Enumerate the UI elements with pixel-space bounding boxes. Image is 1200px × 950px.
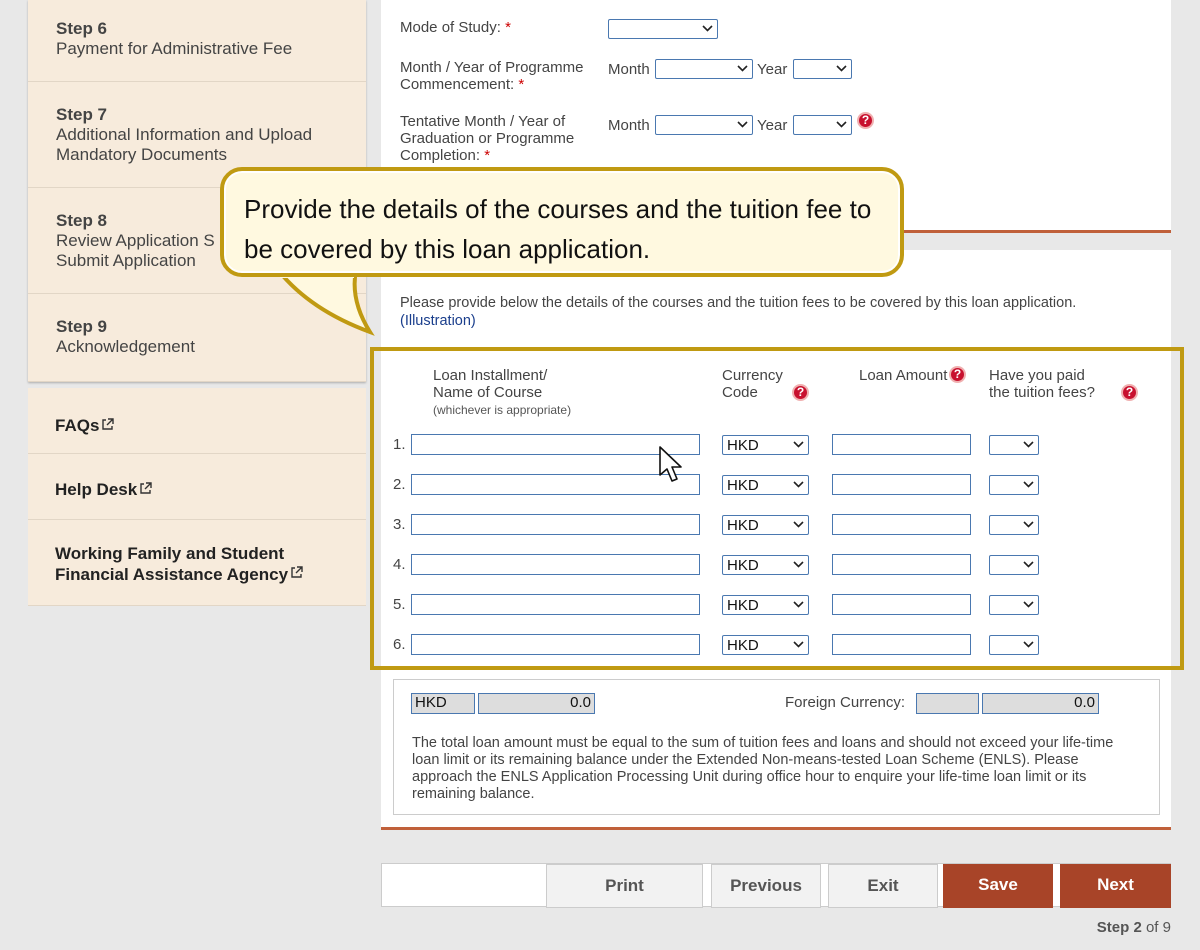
external-link-icon	[102, 418, 115, 430]
mouse-cursor-icon	[659, 446, 682, 482]
chevron-down-icon	[836, 121, 847, 128]
grad-year-select[interactable]	[793, 115, 852, 135]
previous-button[interactable]: Previous	[711, 864, 821, 908]
help-icon[interactable]: ?	[857, 112, 874, 129]
step-title-line-2: Mandatory Documents	[56, 145, 228, 164]
external-link-icon	[291, 566, 303, 578]
commence-year-select[interactable]	[793, 59, 852, 79]
sidebar-link-help-desk[interactable]: Help Desk	[28, 454, 366, 520]
course-intro-text: Please provide below the details of the …	[400, 295, 1077, 311]
commence-month-label: Month	[608, 61, 650, 78]
commence-year-label: Year	[757, 61, 788, 78]
grad-month-select[interactable]	[655, 115, 753, 135]
chevron-down-icon	[836, 65, 847, 72]
sidebar-link-wfsfaa[interactable]: Working Family and Student Financial Ass…	[28, 520, 366, 606]
foreign-currency-label: Foreign Currency:	[785, 694, 906, 711]
foreign-currency-code	[916, 693, 979, 714]
agency-label-line-1: Working Family and Student	[55, 544, 285, 563]
mode-of-study-label: Mode of Study: *	[400, 19, 511, 36]
chevron-down-icon	[737, 121, 748, 128]
step-title-line-1: Additional Information and Upload	[56, 125, 313, 144]
commencement-label: Month / Year of Programme Commencement: *	[400, 59, 584, 93]
grad-month-label: Month	[608, 117, 650, 134]
save-button[interactable]: Save	[943, 864, 1053, 908]
foreign-total-value: 0.0	[982, 693, 1099, 714]
exit-button[interactable]: Exit	[828, 864, 938, 908]
hkd-total-currency: HKD	[411, 693, 475, 714]
grad-year-label: Year	[757, 117, 788, 134]
help-desk-label: Help Desk	[55, 480, 138, 499]
sidebar-step-6[interactable]: Step 6 Payment for Administrative Fee	[28, 0, 366, 82]
chevron-down-icon	[737, 65, 748, 72]
sidebar-link-faqs[interactable]: FAQs	[28, 388, 366, 454]
callout-text: Provide the details of the courses and t…	[244, 194, 872, 264]
total-steps: of 9	[1145, 919, 1171, 936]
step-number: Step 7	[56, 105, 108, 124]
mode-of-study-select[interactable]	[608, 19, 718, 39]
step-title: Payment for Administrative Fee	[56, 39, 293, 58]
graduation-label: Tentative Month / Year of Graduation or P…	[400, 113, 575, 164]
step-title: Acknowledgement	[56, 337, 195, 356]
faqs-label: FAQs	[55, 416, 100, 435]
external-link-icon	[140, 482, 152, 494]
chevron-down-icon	[702, 25, 713, 32]
illustration-link[interactable]: (Illustration)	[400, 313, 476, 330]
step-indicator: Step 2 of 9	[1097, 919, 1171, 936]
step-number: Step 6	[56, 19, 108, 38]
tutorial-callout: Provide the details of the courses and t…	[220, 167, 904, 277]
next-button[interactable]: Next	[1060, 864, 1171, 908]
totals-box: HKD 0.0 Foreign Currency: 0.0 The total …	[393, 679, 1160, 815]
agency-label-line-2: Financial Assistance Agency	[55, 565, 289, 584]
hkd-total-value: 0.0	[478, 693, 595, 714]
loan-limit-note: The total loan amount must be equal to t…	[412, 735, 1114, 802]
callout-tail	[276, 270, 375, 336]
action-button-bar: Print Previous Exit Save Next	[381, 863, 1171, 908]
commence-month-select[interactable]	[655, 59, 753, 79]
current-step: Step 2	[1096, 919, 1142, 936]
highlight-frame	[370, 347, 1184, 670]
print-button[interactable]: Print	[546, 864, 703, 908]
